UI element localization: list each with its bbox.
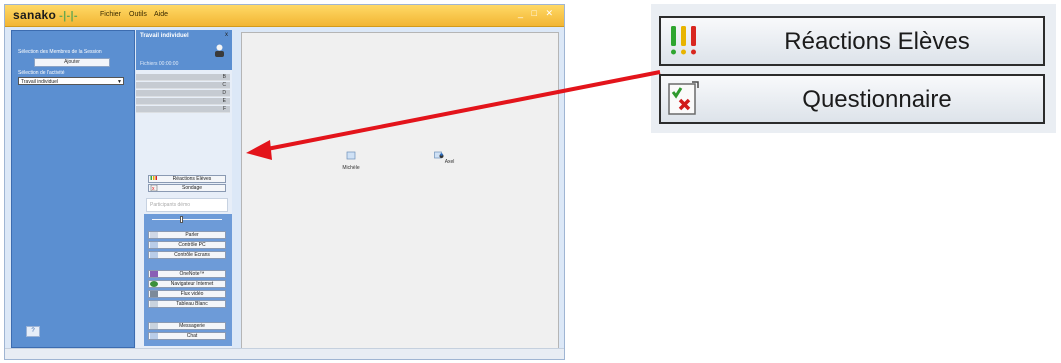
video-icon xyxy=(150,291,158,297)
browser-icon xyxy=(150,281,158,287)
monitor-icon xyxy=(150,242,158,248)
activity-label: Sélection de l'activité xyxy=(18,70,65,76)
controle-ecrans-button[interactable]: Contrôle Ecrans xyxy=(148,251,226,259)
activity-subtitle: Fichiers 00:00:00 xyxy=(140,61,179,67)
group-row-f[interactable]: F xyxy=(136,106,230,113)
activity-panel-header: Travail individuel x Fichiers 00:00:00 xyxy=(136,30,232,70)
student-name: Axel xyxy=(444,159,455,165)
menu-aide[interactable]: Aide xyxy=(154,11,168,18)
navigateur-internet-label: Navigateur Internet xyxy=(170,281,214,287)
status-bar xyxy=(5,348,564,359)
group-row-d[interactable]: D xyxy=(136,90,230,97)
controle-pc-label: Contrôle PC xyxy=(178,242,206,248)
person-icon xyxy=(215,44,224,57)
controle-ecrans-label: Contrôle Ecrans xyxy=(174,252,210,258)
activity-panel: Travail individuel x Fichiers 00:00:00 B… xyxy=(136,30,232,348)
onenote-button[interactable]: OneNote™ xyxy=(148,270,226,278)
classroom-workspace[interactable]: Michèle Axel xyxy=(241,32,559,350)
screens-icon xyxy=(150,252,158,258)
flux-video-label: Flux vidéo xyxy=(180,291,204,297)
messagerie-button[interactable]: Messagerie xyxy=(148,322,226,330)
tableau-blanc-label: Tableau Blanc xyxy=(176,301,208,307)
activity-select-value: Travail individuel xyxy=(21,79,59,85)
sanako-app-window: sanako -|-|- Fichier Outils Aide _ □ ✕ Sé… xyxy=(4,4,565,360)
reactions-eleves-label: Réactions Elèves xyxy=(784,28,970,55)
sondage-button[interactable]: x Sondage xyxy=(148,184,226,192)
zoom-callout: Réactions Elèves Questionnaire xyxy=(651,4,1056,133)
messagerie-label: Messagerie xyxy=(179,323,205,329)
flux-video-button[interactable]: Flux vidéo xyxy=(148,290,226,298)
menu-outils[interactable]: Outils xyxy=(129,11,147,18)
close-icon[interactable]: x xyxy=(225,32,228,38)
group-row-b[interactable]: B xyxy=(136,74,230,81)
help-icon[interactable]: ? xyxy=(26,326,40,337)
title-bar: sanako -|-|- Fichier Outils Aide _ □ ✕ xyxy=(5,5,564,27)
volume-slider-handle[interactable] xyxy=(180,216,183,223)
sondage-label: Sondage xyxy=(181,185,203,191)
add-members-button[interactable]: Ajouter xyxy=(34,58,110,67)
teacher-pc-icon xyxy=(433,151,444,159)
session-panel: Sélection des Membres de la Session Ajou… xyxy=(11,30,135,348)
volume-slider-track[interactable] xyxy=(152,219,222,220)
traffic-lights-icon xyxy=(671,26,696,55)
questionnaire-icon xyxy=(668,81,699,115)
questionnaire-icon: x xyxy=(150,185,158,191)
chevron-down-icon: ▼ xyxy=(117,79,122,85)
onenote-icon xyxy=(150,271,158,277)
student-pc-icon xyxy=(346,151,356,160)
reactions-eleves-label: Réactions Elèves xyxy=(172,176,212,182)
student-name: Michèle xyxy=(342,165,360,171)
chat-button[interactable]: Chat xyxy=(148,332,226,340)
sanako-logo: sanako -|-|- xyxy=(13,8,78,22)
student-michele[interactable]: Michèle xyxy=(337,151,365,171)
onenote-label: OneNote™ xyxy=(179,271,205,277)
reactions-eleves-button-zoom[interactable]: Réactions Elèves xyxy=(659,16,1045,66)
whiteboard-icon xyxy=(150,301,158,307)
activity-select[interactable]: Travail individuel ▼ xyxy=(18,77,124,85)
participants-box[interactable]: Participants démo xyxy=(146,198,228,212)
members-label: Sélection des Membres de la Session xyxy=(18,49,102,55)
tableau-blanc-button[interactable]: Tableau Blanc xyxy=(148,300,226,308)
student-axel[interactable]: Axel xyxy=(432,151,456,165)
controle-pc-button[interactable]: Contrôle PC xyxy=(148,241,226,249)
questionnaire-button-zoom[interactable]: Questionnaire xyxy=(659,74,1045,124)
parler-button[interactable]: Parler xyxy=(148,231,226,239)
parler-label: Parler xyxy=(185,232,199,238)
questionnaire-label: Questionnaire xyxy=(802,86,952,113)
speaker-icon xyxy=(150,232,158,238)
message-icon xyxy=(150,323,158,329)
navigateur-internet-button[interactable]: Navigateur Internet xyxy=(148,280,226,288)
chat-icon xyxy=(150,333,158,339)
chat-label: Chat xyxy=(186,333,198,339)
window-controls[interactable]: _ □ ✕ xyxy=(518,8,556,19)
group-row-c[interactable]: C xyxy=(136,82,230,89)
activity-title: Travail individuel xyxy=(140,33,189,39)
group-row-e[interactable]: E xyxy=(136,98,230,105)
reactions-eleves-button[interactable]: Réactions Elèves xyxy=(148,175,226,183)
menu-fichier[interactable]: Fichier xyxy=(100,11,121,18)
traffic-lights-icon xyxy=(150,176,157,180)
